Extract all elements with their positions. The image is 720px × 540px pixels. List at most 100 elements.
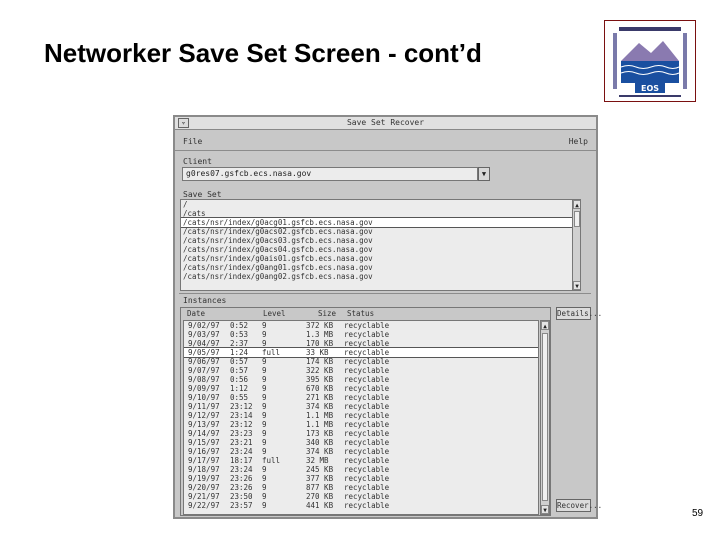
scroll-down-arrow-icon[interactable]: ▼ xyxy=(573,281,580,290)
instance-row[interactable]: 9/06/97 0:57 9 174 KB recyclable xyxy=(184,357,538,366)
instance-row[interactable]: 9/13/97 23:12 9 1.1 MB recyclable xyxy=(184,420,538,429)
instance-time: 23:26 xyxy=(230,483,253,492)
instance-row[interactable]: 9/11/97 23:12 9 374 KB recyclable xyxy=(184,402,538,411)
instance-row[interactable]: 9/22/97 23:57 9 441 KB recyclable xyxy=(184,501,538,510)
instance-date: 9/10/97 xyxy=(188,393,220,402)
instance-date: 9/19/97 xyxy=(188,474,220,483)
scroll-down-arrow-icon[interactable]: ▼ xyxy=(541,505,549,514)
instance-level: 9 xyxy=(262,366,267,375)
instance-date: 9/20/97 xyxy=(188,483,220,492)
scroll-up-arrow-icon[interactable]: ▲ xyxy=(573,200,580,209)
instance-size: 877 KB xyxy=(306,483,334,492)
instance-row[interactable]: 9/19/97 23:26 9 377 KB recyclable xyxy=(184,474,538,483)
window-titlebar: ▿ Save Set Recover xyxy=(175,117,596,130)
instance-size: 270 KB xyxy=(306,492,334,501)
save-set-item[interactable]: /cats/nsr/index/g0ais01.gsfcb.ecs.nasa.g… xyxy=(181,254,580,263)
instance-status: recyclable xyxy=(344,384,390,393)
menu-help[interactable]: Help xyxy=(569,137,588,146)
instance-level: 9 xyxy=(262,438,267,447)
instance-date: 9/03/97 xyxy=(188,330,220,339)
instance-size: 441 KB xyxy=(306,501,334,510)
instance-date: 9/18/97 xyxy=(188,465,220,474)
save-set-item[interactable]: /cats/nsr/index/g0acs02.gsfcb.ecs.nasa.g… xyxy=(181,227,580,236)
details-button[interactable]: Details... xyxy=(556,307,602,320)
instance-date: 9/22/97 xyxy=(188,501,220,510)
instance-row[interactable]: 9/12/97 23:14 9 1.1 MB recyclable xyxy=(184,411,538,420)
menu-file[interactable]: File xyxy=(183,137,202,146)
instance-row[interactable]: 9/10/97 0:55 9 271 KB recyclable xyxy=(184,393,538,402)
scroll-thumb[interactable] xyxy=(574,211,580,227)
instance-row[interactable]: 9/14/97 23:23 9 173 KB recyclable xyxy=(184,429,538,438)
instance-status: recyclable xyxy=(344,429,390,438)
recover-button[interactable]: Recover... xyxy=(556,499,602,512)
save-set-item[interactable]: /cats/nsr/index/g0acs03.gsfcb.ecs.nasa.g… xyxy=(181,236,580,245)
save-set-item[interactable]: /cats/nsr/index/g0acg01.gsfcb.ecs.nasa.g… xyxy=(181,217,580,228)
instance-row[interactable]: 9/18/97 23:24 9 245 KB recyclable xyxy=(184,465,538,474)
instance-row[interactable]: 9/21/97 23:50 9 270 KB recyclable xyxy=(184,492,538,501)
instance-date: 9/08/97 xyxy=(188,375,220,384)
instance-size: 173 KB xyxy=(306,429,334,438)
instance-size: 1.1 MB xyxy=(306,411,334,420)
instance-time: 1:12 xyxy=(230,384,249,393)
instance-row[interactable]: 9/02/97 0:52 9 372 KB recyclable xyxy=(184,321,538,330)
instance-row[interactable]: 9/07/97 0:57 9 322 KB recyclable xyxy=(184,366,538,375)
save-set-scrollbar[interactable]: ▲ ▼ xyxy=(572,200,580,290)
instance-row[interactable]: 9/09/97 1:12 9 670 KB recyclable xyxy=(184,384,538,393)
instance-row[interactable]: 9/17/97 18:17 full 32 MB recyclable xyxy=(184,456,538,465)
instances-list[interactable]: 9/02/97 0:52 9 372 KB recyclable 9/03/97 0:53 9… xyxy=(183,320,539,515)
save-set-recover-window: ▿ Save Set Recover File Help Client g0re… xyxy=(173,115,602,519)
save-set-item[interactable]: /cats/nsr/index/g0acs04.gsfcb.ecs.nasa.g… xyxy=(181,245,580,254)
instance-size: 374 KB xyxy=(306,402,334,411)
instance-row[interactable]: 9/16/97 23:24 9 374 KB recyclable xyxy=(184,447,538,456)
header-date: Date xyxy=(187,309,206,318)
instance-level: 9 xyxy=(262,447,267,456)
instance-time: 0:56 xyxy=(230,375,249,384)
scroll-up-arrow-icon[interactable]: ▲ xyxy=(541,321,549,330)
instance-date: 9/11/97 xyxy=(188,402,220,411)
instance-size: 377 KB xyxy=(306,474,334,483)
instance-status: recyclable xyxy=(344,465,390,474)
instance-size: 174 KB xyxy=(306,357,334,366)
instance-status: recyclable xyxy=(344,501,390,510)
save-set-item[interactable]: /cats/nsr/index/g0ang02.gsfcb.ecs.nasa.g… xyxy=(181,272,580,281)
instance-status: recyclable xyxy=(344,375,390,384)
instance-status: recyclable xyxy=(344,456,390,465)
section-divider xyxy=(179,293,591,294)
instance-status: recyclable xyxy=(344,411,390,420)
instance-size: 1.1 MB xyxy=(306,420,334,429)
instance-status: recyclable xyxy=(344,366,390,375)
save-set-item[interactable]: / xyxy=(181,200,580,209)
instance-status: recyclable xyxy=(344,447,390,456)
instance-size: 1.3 MB xyxy=(306,330,334,339)
instance-size: 170 KB xyxy=(306,339,334,348)
save-set-item[interactable]: /cats xyxy=(181,209,580,218)
instance-level: 9 xyxy=(262,321,267,330)
window-title: Save Set Recover xyxy=(346,118,425,127)
instance-row[interactable]: 9/20/97 23:26 9 877 KB recyclable xyxy=(184,483,538,492)
instance-time: 23:12 xyxy=(230,420,253,429)
instance-time: 23:21 xyxy=(230,438,253,447)
client-combobox[interactable]: g0res07.gsfcb.ecs.nasa.gov xyxy=(182,167,478,181)
instance-row[interactable]: 9/05/97 1:24 full 33 KB recyclable xyxy=(184,347,538,358)
instance-time: 23:50 xyxy=(230,492,253,501)
instances-scrollbar[interactable]: ▲ ▼ xyxy=(540,320,550,515)
save-set-item[interactable]: /cats/nsr/index/g0ang01.gsfcb.ecs.nasa.g… xyxy=(181,263,580,272)
instance-level: 9 xyxy=(262,393,267,402)
header-size: Size xyxy=(318,309,337,318)
instance-level: 9 xyxy=(262,429,267,438)
instance-time: 23:12 xyxy=(230,402,253,411)
instance-row[interactable]: 9/03/97 0:53 9 1.3 MB recyclable xyxy=(184,330,538,339)
save-set-list[interactable]: //cats/cats/nsr/index/g0acg01.gsfcb.ecs.… xyxy=(180,199,581,291)
instance-size: 33 KB xyxy=(306,348,329,357)
instance-size: 395 KB xyxy=(306,375,334,384)
client-dropdown-arrow-icon[interactable]: ▼ xyxy=(478,167,490,181)
instance-status: recyclable xyxy=(344,483,390,492)
instance-level: 9 xyxy=(262,384,267,393)
instance-level: 9 xyxy=(262,420,267,429)
instance-status: recyclable xyxy=(344,348,390,357)
instance-row[interactable]: 9/08/97 0:56 9 395 KB recyclable xyxy=(184,375,538,384)
instance-row[interactable]: 9/04/97 2:37 9 170 KB recyclable xyxy=(184,339,538,348)
instance-date: 9/07/97 xyxy=(188,366,220,375)
instance-row[interactable]: 9/15/97 23:21 9 340 KB recyclable xyxy=(184,438,538,447)
scroll-thumb[interactable] xyxy=(542,333,548,501)
